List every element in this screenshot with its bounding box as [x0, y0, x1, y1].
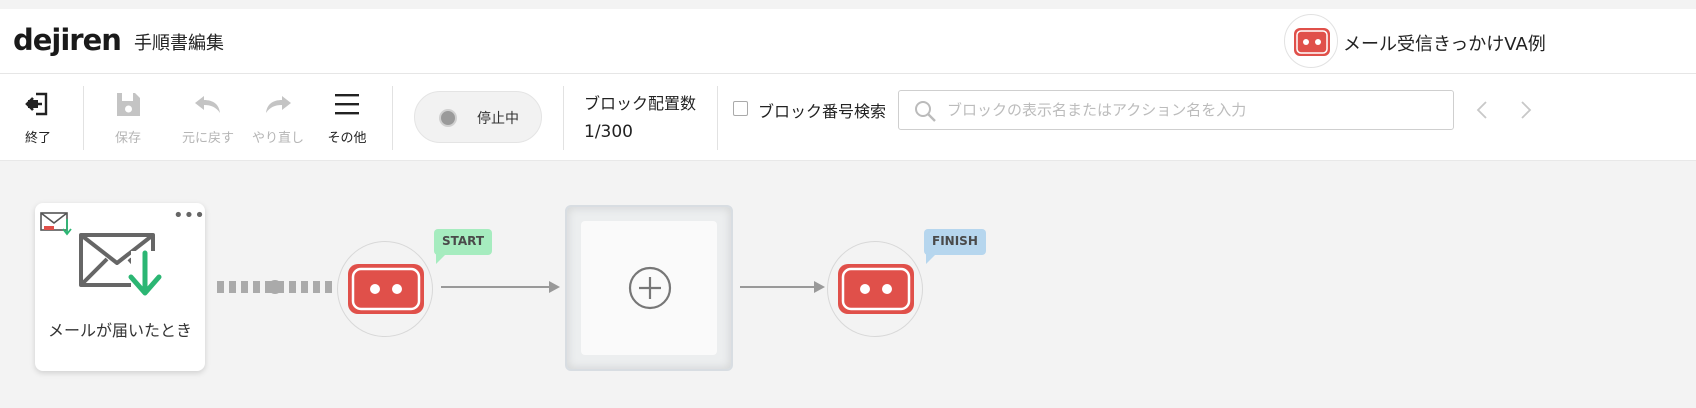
- flow-canvas[interactable]: ••• メールが届いたとき START FINISH: [0, 161, 1696, 408]
- undo-button[interactable]: 元に戻す: [176, 74, 240, 161]
- imap-mail-icon: [40, 212, 72, 236]
- toolbar-divider: [717, 86, 718, 150]
- block-search: [898, 90, 1454, 130]
- status-toggle[interactable]: 停止中: [414, 91, 542, 143]
- block-number-search-checkbox[interactable]: [733, 101, 748, 116]
- save-icon: [117, 93, 140, 116]
- bubble-tail: [926, 252, 938, 264]
- toolbar-divider: [83, 86, 84, 150]
- arrow-connector: [740, 281, 825, 293]
- dashed-connector: [217, 280, 333, 294]
- more-button[interactable]: その他: [315, 74, 379, 161]
- robot-icon: [838, 264, 914, 314]
- dejiren-logo[interactable]: dejiren: [13, 23, 122, 57]
- toolbar-divider: [563, 86, 564, 150]
- save-button[interactable]: 保存: [96, 74, 160, 161]
- more-label: その他: [327, 131, 367, 146]
- search-input[interactable]: [947, 97, 1437, 123]
- editor-toolbar: 終了 保存 元に戻す やり直し その他 停止中 ブロック配置数 1/300 ブロ…: [0, 74, 1696, 161]
- exit-button[interactable]: 終了: [6, 74, 70, 161]
- exit-icon: [25, 92, 48, 116]
- trigger-caption: メールが届いたとき: [47, 321, 192, 340]
- more-options-icon[interactable]: •••: [173, 207, 205, 225]
- robot-icon: [1294, 28, 1330, 56]
- mail-received-icon: [79, 233, 163, 299]
- bot-name: メール受信きっかけVA例: [1343, 34, 1546, 55]
- app-header: dejiren 手順書編集 メール受信きっかけVA例: [0, 9, 1696, 74]
- bubble-tail: [436, 252, 448, 264]
- save-label: 保存: [114, 131, 141, 146]
- robot-icon: [348, 264, 424, 314]
- exit-label: 終了: [24, 131, 51, 146]
- bot-avatar[interactable]: [1284, 14, 1338, 68]
- status-label: 停止中: [477, 111, 519, 127]
- chevron-right-icon[interactable]: [1514, 98, 1536, 122]
- block-count-label: ブロック配置数: [584, 94, 697, 113]
- top-strip: [0, 0, 1696, 9]
- start-node[interactable]: [337, 241, 433, 337]
- arrow-connector: [441, 281, 560, 293]
- menu-icon: [335, 94, 359, 115]
- redo-button[interactable]: やり直し: [246, 74, 310, 161]
- block-number-search-label[interactable]: ブロック番号検索: [758, 98, 886, 122]
- redo-label: やり直し: [251, 131, 304, 146]
- undo-label: 元に戻す: [181, 131, 234, 146]
- undo-icon: [195, 96, 220, 113]
- add-block-slot[interactable]: [565, 205, 733, 371]
- redo-icon: [266, 96, 291, 113]
- plus-circle-icon[interactable]: [627, 265, 673, 311]
- page-title: 手順書編集: [134, 33, 224, 54]
- chevron-left-icon[interactable]: [1472, 98, 1494, 122]
- trigger-block[interactable]: ••• メールが届いたとき: [35, 203, 205, 371]
- status-knob: [439, 109, 457, 127]
- finish-node[interactable]: [827, 241, 923, 337]
- toolbar-divider: [392, 86, 393, 150]
- search-icon: [915, 101, 936, 122]
- block-count-value: 1/300: [584, 122, 633, 142]
